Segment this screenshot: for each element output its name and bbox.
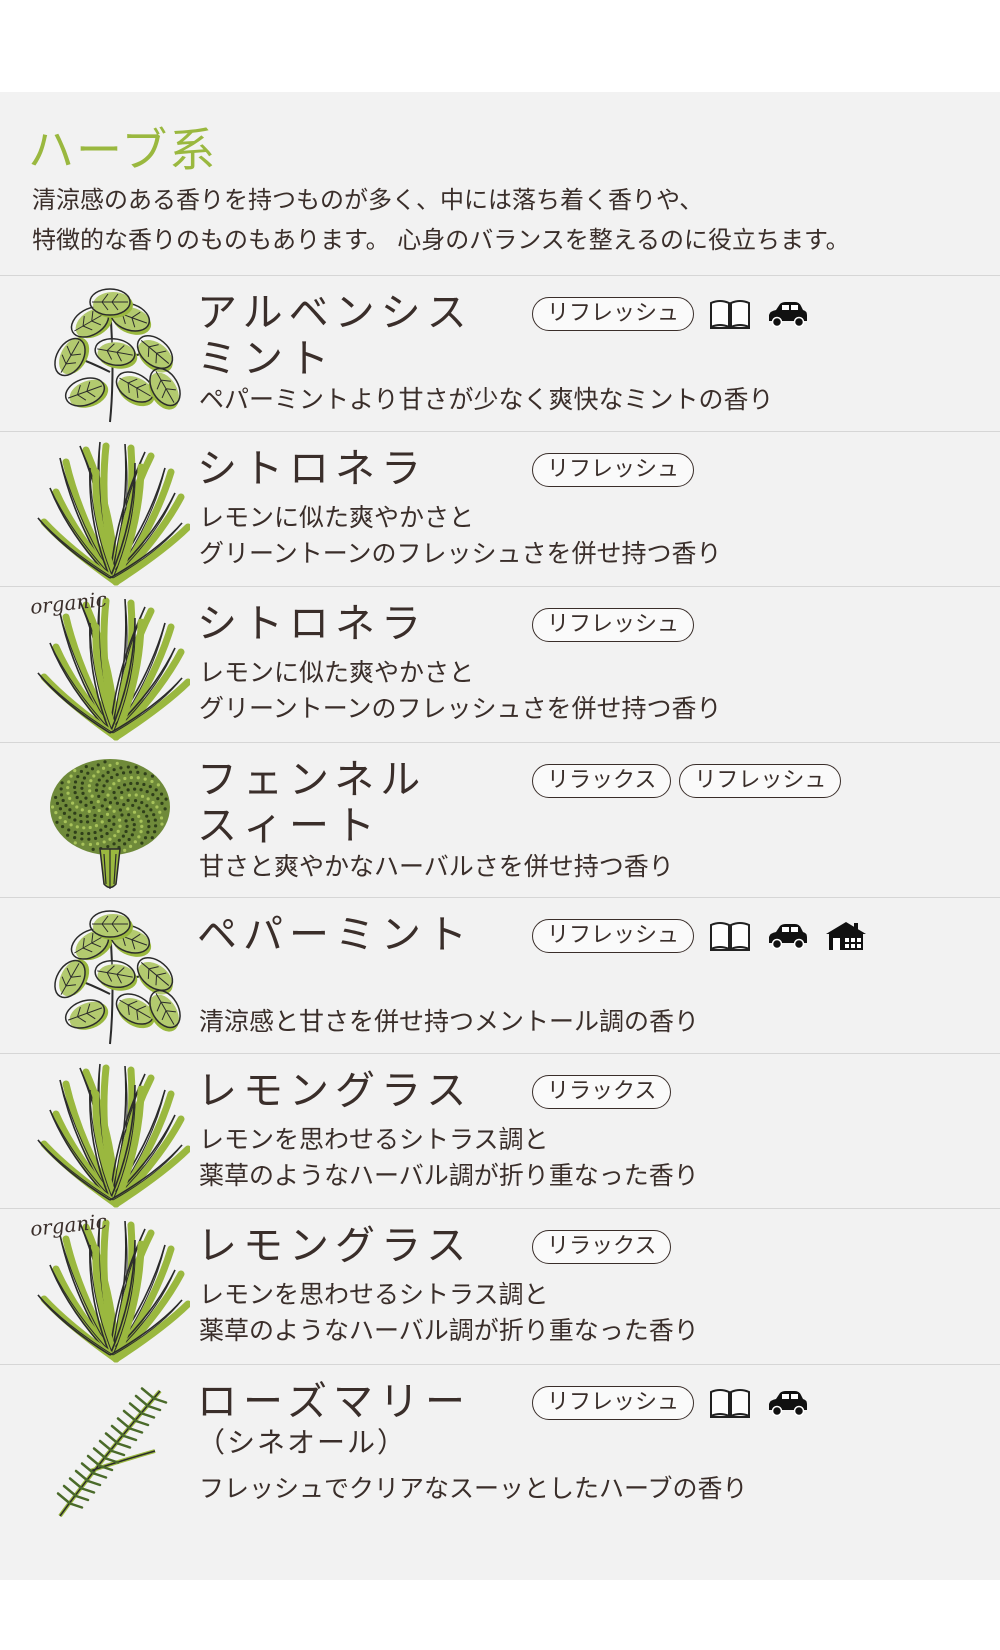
herb-name: ペパーミント — [197, 912, 473, 958]
rosemary-illustration — [56, 1386, 168, 1517]
herb-tags: リフレッシュ — [532, 452, 695, 487]
herb-tags: リラックス — [532, 1230, 672, 1264]
herb-row: シトロネラレモンに似た爽やかさと グリーントーンのフレッシュさを併せ持つ香り リフ… — [0, 430, 1000, 595]
effect-tag: リラックス — [532, 1230, 672, 1264]
herb-description: 甘さと爽やかなハーバルさを併せ持つ香り — [199, 851, 674, 881]
book-icon — [710, 1388, 751, 1418]
herb-name: ローズマリー — [197, 1378, 471, 1425]
herb-name: フェンネル スィート — [197, 756, 427, 849]
herb-description: 清涼感と甘さを併せ持つメントール調の香り — [199, 1007, 700, 1036]
herb-description: ペパーミントより甘さが少なく爽快なミントの香り — [199, 385, 774, 414]
effect-tag: リフレッシュ — [532, 1385, 695, 1420]
herb-row: ペパーミント清涼感と甘さを併せ持つメントール調の香り リフレッシュ — [0, 897, 1000, 1061]
herb-tags: リフレッシュ — [532, 297, 810, 331]
herb-description: フレッシュでクリアなスーッとしたハーブの香り — [199, 1473, 748, 1503]
effect-tag: リラックス — [532, 763, 672, 798]
herb-name: レモングラス — [197, 1067, 473, 1114]
book-icon — [710, 922, 751, 951]
section-title: ハーブ系 — [28, 123, 218, 177]
car-icon — [769, 1390, 808, 1416]
herb-row: organic レモングラス レモンを思わせるシトラス調と 薬草のようなハーバル調が… — [0, 1208, 1000, 1372]
effect-tag: リフレッシュ — [532, 297, 695, 331]
effect-tag: リフレッシュ — [532, 452, 695, 487]
grass-illustration — [37, 1063, 190, 1207]
herb-row: レモングラスレモンを思わせるシトラス調と 薬草のようなハーバル調が折り重なった香… — [0, 1052, 1000, 1217]
herb-name: シトロネラ — [197, 601, 427, 647]
herb-description: レモンに似た爽やかさと グリーントーンのフレッシュさを併せ持つ香り — [199, 658, 722, 723]
herb-tags: リフレッシュ — [532, 608, 695, 642]
herb-row: organic シトロネラ レモンに似た爽やかさと グリーントーンのフレッシュさを併… — [0, 586, 1000, 750]
herb-subname: （シネオール） — [197, 1425, 408, 1459]
car-icon — [769, 302, 808, 328]
herb-row: アルベンシス ミントペパーミントより甘さが少なく爽快なミントの香り リフレッシュ — [0, 275, 1000, 439]
effect-tag: リフレッシュ — [532, 608, 695, 642]
car-icon — [769, 924, 808, 950]
herb-tags: リラックス リフレッシュ — [532, 763, 842, 798]
section-description: 清涼感のある香りを持つものが多く、中には落ち着く香りや、 特徴的な香りのものもあ… — [32, 180, 850, 260]
section-header: ハーブ系 清涼感のある香りを持つものが多く、中には落ち着く香りや、 特徴的な香り… — [0, 92, 1000, 275]
fennel-illustration — [50, 758, 170, 889]
herb-section: ハーブ系 清涼感のある香りを持つものが多く、中には落ち着く香りや、 特徴的な香り… — [0, 92, 1000, 1580]
herb-name: シトロネラ — [197, 445, 427, 492]
herb-description: レモンに似た爽やかさと グリーントーンのフレッシュさを併せ持つ香り — [199, 502, 722, 568]
book-icon — [710, 300, 751, 329]
herb-row: ローズマリー （シネオール） フレッシュでクリアなスーッとしたハーブの香り リフレッシ… — [0, 1363, 1000, 1528]
herb-name: アルベンシス ミント — [197, 290, 473, 382]
house-icon — [826, 922, 867, 950]
effect-tag: リラックス — [532, 1074, 672, 1109]
effect-tag: リフレッシュ — [679, 763, 842, 798]
herb-description: レモンを思わせるシトラス調と 薬草のようなハーバル調が折り重なった香り — [199, 1124, 699, 1190]
grass-illustration — [37, 441, 190, 585]
herb-tags: リフレッシュ — [532, 1385, 810, 1420]
herb-tags: リラックス — [532, 1074, 672, 1109]
herb-tags: リフレッシュ — [532, 919, 868, 953]
herb-name: レモングラス — [197, 1223, 473, 1269]
mint-illustration — [54, 910, 181, 1045]
mint-illustration — [54, 288, 181, 423]
description-line: 特徴的な香りのものもあります。 心身のバランスを整えるのに役立ちます。 — [32, 226, 850, 254]
herb-description: レモンを思わせるシトラス調と 薬草のようなハーバル調が折り重なった香り — [199, 1280, 699, 1345]
herb-row: フェンネル スィート 甘さと爽やかなハーバルさを併せ持つ香り リラックス リフレッシュ — [0, 741, 1000, 906]
effect-tag: リフレッシュ — [532, 919, 695, 953]
description-line: 清涼感のある香りを持つものが多く、中には落ち着く香りや、 — [32, 186, 704, 214]
